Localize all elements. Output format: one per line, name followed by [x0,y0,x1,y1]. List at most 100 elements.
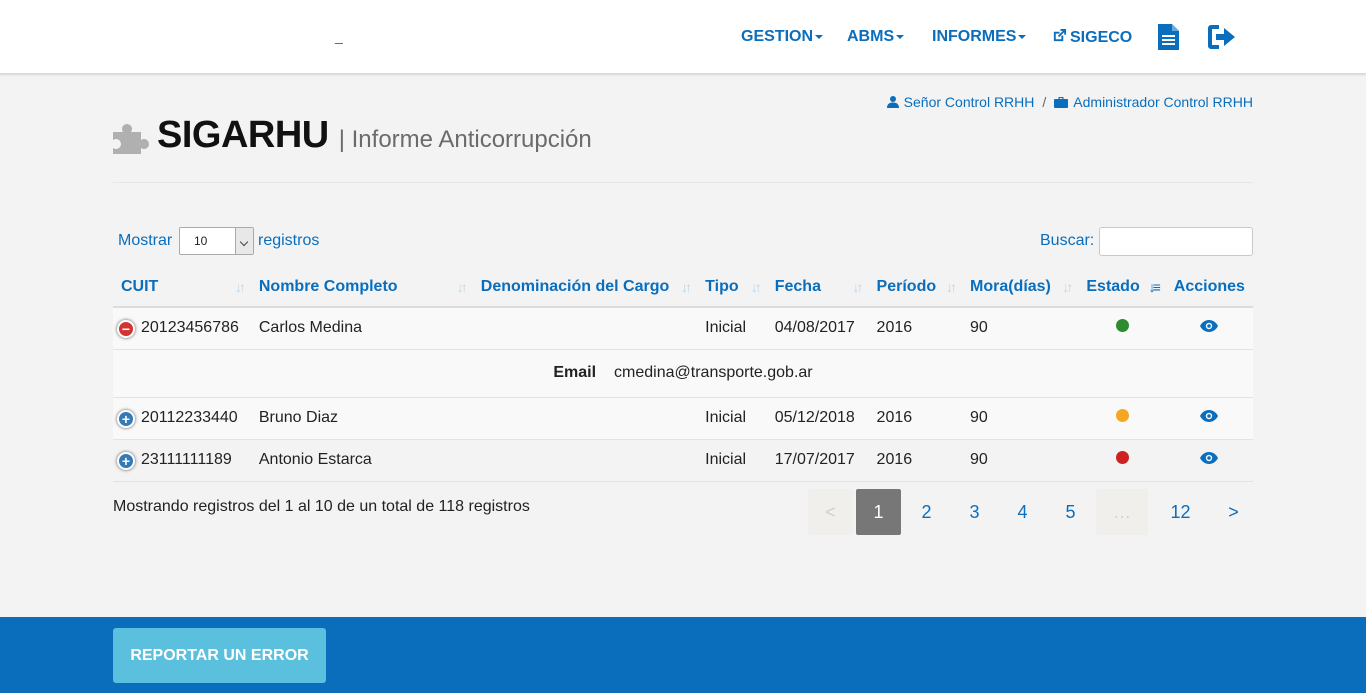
eye-icon[interactable] [1200,452,1219,464]
collapse-row-icon[interactable]: − [117,319,135,338]
page-header: SIGARHU | Informe Anticorrupción [113,112,592,158]
nav-sigeco[interactable]: SIGECO [1052,28,1132,47]
child-detail-cell: Email cmedina@transporte.gob.ar [113,349,1253,398]
breadcrumb-role[interactable]: Administrador Control RRHH [1073,94,1253,110]
status-dot [1115,409,1129,422]
cuit-value: 20112233440 [141,408,238,426]
cell-periodo: 2016 [868,397,962,440]
cell-cargo [472,439,698,482]
col-acciones-label: Acciones [1173,277,1245,295]
cell-acciones [1165,397,1253,440]
sort-icon: ↓↑ [456,279,468,295]
expand-row-icon[interactable]: + [117,451,135,470]
sort-icon: ↓↑ [750,279,762,295]
cell-cargo [472,397,698,440]
footer: REPORTAR UN ERROR [0,617,1366,693]
cell-estado [1078,439,1166,482]
cell-tipo: Inicial [697,397,767,440]
brand-link[interactable]: _ [335,28,343,44]
pagination-page-5[interactable]: 5 [1048,489,1093,535]
pagination-page-4[interactable]: 4 [1000,489,1045,535]
breadcrumb-user[interactable]: Señor Control RRHH [904,94,1035,110]
report-error-button[interactable]: REPORTAR UN ERROR [113,628,326,683]
col-nombre[interactable]: Nombre Completo ↓↑ [250,267,473,308]
status-dot [1115,451,1129,464]
header-divider [113,182,1253,183]
col-estado[interactable]: Estado ↓≡ [1078,267,1166,308]
search-label: Buscar: [1040,232,1095,249]
pagination-page-3[interactable]: 3 [952,489,997,535]
col-fecha[interactable]: Fecha ↓↑ [766,267,869,308]
page-title: SIGARHU [157,114,329,156]
pagination: < 1 2 3 4 5 … 12 > [808,489,1259,535]
user-icon [886,96,899,108]
puzzle-icon [113,124,149,154]
cell-mora: 90 [961,307,1079,350]
col-cuit[interactable]: CUIT ↓↑ [113,267,251,308]
caret-down-icon [815,34,824,39]
document-icon[interactable] [1158,24,1179,55]
cell-mora: 90 [961,397,1079,440]
cell-nombre: Carlos Medina [250,307,473,350]
col-mora-label: Mora(días) [969,277,1051,295]
sort-icon: ↓↑ [852,279,864,295]
cell-periodo: 2016 [868,307,962,350]
cell-nombre: Antonio Estarca [250,439,473,482]
eye-icon[interactable] [1200,320,1219,333]
col-cuit-label: CUIT [121,277,159,295]
nav-sigeco-label: SIGECO [1070,29,1133,46]
col-fecha-label: Fecha [774,277,821,295]
cell-cargo [472,307,698,350]
cell-estado [1078,397,1166,440]
pagination-next[interactable]: > [1211,489,1256,535]
expand-row-icon[interactable]: + [117,409,135,428]
nav-abms[interactable]: ABMS [847,28,905,46]
nav-informes[interactable]: INFORMES [932,28,1027,46]
email-value: cmedina@transporte.gob.ar [614,364,813,381]
cell-cuit: +20112233440 [113,397,251,440]
breadcrumb-separator: / [1042,94,1047,110]
col-tipo[interactable]: Tipo ↓↑ [697,267,767,308]
col-periodo[interactable]: Período ↓↑ [868,267,962,308]
sort-icon: ↓↑ [945,279,957,295]
records-label: registros [258,232,320,249]
sort-icon: ↓↑ [1062,279,1073,295]
pagination-page-1[interactable]: 1 [856,489,901,535]
pagination-page-2[interactable]: 2 [904,489,949,535]
show-entries-label: Mostrar [118,232,173,249]
page-length-select[interactable]: 10 [179,227,254,255]
col-acciones: Acciones [1165,267,1253,308]
col-nombre-label: Nombre Completo [258,277,398,295]
nav-informes-label: INFORMES [932,28,1017,45]
cell-acciones [1165,439,1253,482]
chevron-down-icon [235,228,253,254]
pagination-prev[interactable]: < [808,489,853,535]
cuit-value: 20123456786 [141,318,239,336]
col-cargo[interactable]: Denominación del Cargo ↓↑ [472,267,698,308]
breadcrumb: Señor Control RRHH / Administrador Control… [886,94,1253,110]
table-header-row: CUIT ↓↑ Nombre Completo ↓↑ Denominación de… [113,267,1253,308]
nav-gestion[interactable]: GESTION [741,28,824,46]
eye-icon[interactable] [1200,410,1219,422]
cell-fecha: 05/12/2018 [766,397,869,440]
email-label: Email [553,364,597,381]
logout-icon[interactable] [1208,25,1238,54]
top-navbar: _ GESTION ABMS INFORMES SIGECO [0,0,1366,74]
col-mora[interactable]: Mora(días) ↓↑ [961,267,1079,308]
cuit-value: 23111111189 [141,450,232,468]
nav-abms-label: ABMS [847,28,895,45]
sort-icon: ↓↑ [681,279,692,295]
pagination-ellipsis: … [1096,489,1148,535]
table-row: −20123456786 Carlos Medina Inicial 04/08… [113,307,1253,350]
cell-fecha: 17/07/2017 [766,439,869,482]
col-cargo-label: Denominación del Cargo [480,277,670,295]
search-input[interactable] [1099,227,1253,256]
child-detail-row: Email cmedina@transporte.gob.ar [113,349,1253,398]
table-row: +23111111189 Antonio Estarca Inicial 17/… [113,439,1253,482]
pagination-page-last[interactable]: 12 [1153,489,1208,535]
cell-cuit: +23111111189 [113,439,251,482]
col-periodo-label: Período [876,277,937,295]
page-subtitle: | Informe Anticorrupción [338,126,592,153]
informe-table: CUIT ↓↑ Nombre Completo ↓↑ Denominación de… [113,267,1253,482]
cell-tipo: Inicial [697,439,767,482]
